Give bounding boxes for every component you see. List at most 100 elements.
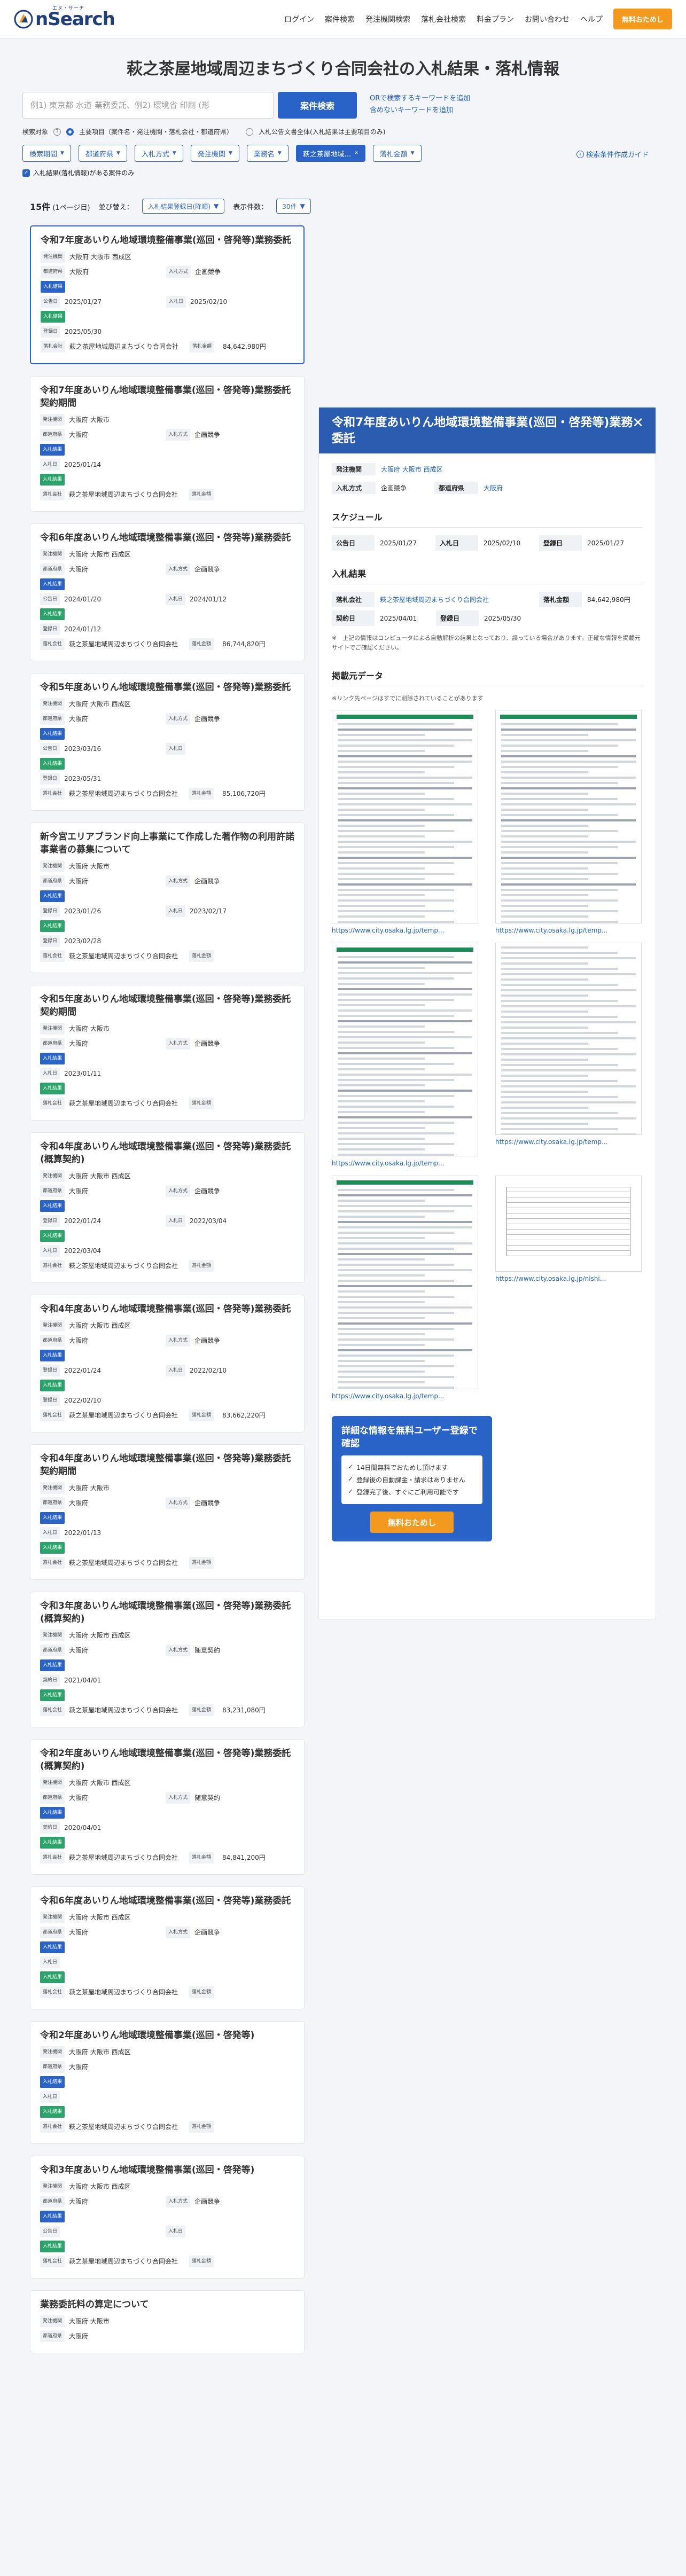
doc-link[interactable]: https://www.city.osaka.lg.jp/nishi... bbox=[495, 1275, 642, 1282]
add-or-keyword-link[interactable]: ORで検索するキーワードを追加 bbox=[370, 93, 470, 105]
nav-pricing[interactable]: 料金プラン bbox=[477, 14, 514, 25]
per-page-select[interactable]: 30件 ▼ bbox=[276, 199, 311, 214]
chip-prefecture[interactable]: 都道府県 ▼ bbox=[78, 145, 127, 162]
card-title[interactable]: 業務委託料の算定について bbox=[40, 2298, 294, 2311]
result-card[interactable]: 業務委託料の算定について 発注機関 大阪府 大阪市 都道府県 大阪府 bbox=[30, 2290, 305, 2353]
card-title[interactable]: 新今宮エリアブランド向上事業にて作成した著作物の利用許諾事業者の募集について bbox=[40, 831, 294, 856]
search-button[interactable]: 案件検索 bbox=[278, 92, 357, 119]
nav-contact[interactable]: お問い合わせ bbox=[525, 14, 570, 25]
trial-button[interactable]: 無料おためし bbox=[613, 9, 672, 29]
card-title[interactable]: 令和4年度あいりん地域環境整備事業(巡回・啓発等)業務委託(概算契約) bbox=[40, 1140, 294, 1166]
chip-label: 都道府県 bbox=[85, 150, 113, 159]
winner-value: 萩之茶屋地域周辺まちづくり合同会社 bbox=[69, 1262, 178, 1270]
doc-link[interactable]: https://www.city.osaka.lg.jp/temp... bbox=[332, 927, 478, 934]
doc-line bbox=[501, 1005, 636, 1007]
main-nav: ログイン 案件検索 発注機関検索 落札会社検索 料金プラン お問い合わせ ヘルプ… bbox=[284, 9, 672, 29]
amount-value: 86,744,820円 bbox=[222, 640, 266, 648]
chip-business[interactable]: 業務名 ▼ bbox=[246, 145, 289, 162]
target-main-radio[interactable] bbox=[66, 128, 74, 136]
card-title[interactable]: 令和7年度あいりん地域環境整備事業(巡回・啓発等)業務委託 bbox=[41, 234, 294, 247]
doc-line bbox=[338, 1354, 454, 1357]
nav-help[interactable]: ヘルプ bbox=[580, 14, 603, 25]
doc-thumbnail[interactable]: https://www.city.osaka.lg.jp/temp... bbox=[495, 943, 650, 1167]
doc-thumbnail[interactable]: https://www.city.osaka.lg.jp/temp... bbox=[495, 710, 650, 934]
card-title[interactable]: 令和6年度あいりん地域環境整備事業(巡回・啓発等)業務委託 bbox=[40, 1894, 294, 1907]
doc-link[interactable]: https://www.city.osaka.lg.jp/temp... bbox=[495, 927, 642, 934]
doc-thumbnail[interactable]: https://www.city.osaka.lg.jp/nishi... bbox=[495, 1176, 650, 1400]
doc-link[interactable]: https://www.city.osaka.lg.jp/temp... bbox=[332, 1160, 478, 1167]
pref-value: 大阪府 bbox=[69, 2063, 89, 2071]
chip-winner[interactable]: 萩之茶屋地域... ✕ bbox=[295, 145, 365, 162]
card-title[interactable]: 令和5年度あいりん地域環境整備事業(巡回・啓発等)業務委託契約期間 bbox=[40, 993, 294, 1019]
card-title[interactable]: 令和2年度あいりん地域環境整備事業(巡回・啓発等)業務委託(概算契約) bbox=[40, 1747, 294, 1773]
sort-select[interactable]: 入札結果登録日(降順) ▼ bbox=[142, 199, 225, 214]
label-agency: 発注機関 bbox=[40, 2315, 65, 2327]
card-title[interactable]: 令和3年度あいりん地域環境整備事業(巡回・啓発等)業務委託(概算契約) bbox=[40, 1600, 294, 1625]
result-card[interactable]: 新今宮エリアブランド向上事業にて作成した著作物の利用許諾事業者の募集について 発注… bbox=[30, 823, 305, 973]
card-cell: 入札方式 企画競争 bbox=[166, 1927, 220, 1938]
card-title[interactable]: 令和7年度あいりん地域環境整備事業(巡回・啓発等)業務委託契約期間 bbox=[40, 384, 294, 410]
close-icon[interactable]: ✕ bbox=[354, 151, 358, 156]
label-agency: 発注機関 bbox=[41, 251, 66, 263]
card-title[interactable]: 令和5年度あいりん地域環境整備事業(巡回・啓発等)業務委託 bbox=[40, 681, 294, 694]
card-title[interactable]: 令和4年度あいりん地域環境整備事業(巡回・啓発等)業務委託契約期間 bbox=[40, 1452, 294, 1478]
doc-thumbnail[interactable]: https://www.city.osaka.lg.jp/temp... bbox=[332, 1176, 487, 1400]
label-amount: 落札金額 bbox=[189, 2256, 214, 2267]
result-card[interactable]: 令和3年度あいりん地域環境整備事業(巡回・啓発等)業務委託(概算契約) 発注機関大… bbox=[30, 1592, 305, 1727]
result-card[interactable]: 令和3年度あいりん地域環境整備事業(巡回・啓発等) 発注機関 大阪府 大阪市 西成区… bbox=[30, 2156, 305, 2279]
doc-line bbox=[338, 814, 454, 816]
doc-link[interactable]: https://www.city.osaka.lg.jp/temp... bbox=[495, 1138, 642, 1146]
result-card[interactable]: 令和2年度あいりん地域環境整備事業(巡回・啓発等) 発注機関 大阪府 大阪市 西成区… bbox=[30, 2021, 305, 2144]
agency-link[interactable]: 大阪府 大阪市 西成区 bbox=[376, 465, 482, 474]
result-card[interactable]: 令和2年度あいりん地域環境整備事業(巡回・啓発等)業務委託(概算契約) 発注機関大… bbox=[30, 1739, 305, 1875]
promo-trial-button[interactable]: 無料おためし bbox=[370, 1512, 454, 1533]
guide-link[interactable]: i 検索条件作成ガイド bbox=[576, 149, 649, 159]
chip-period[interactable]: 検索期間 ▼ bbox=[22, 145, 71, 162]
result-only-filter[interactable]: ✓ 入札結果(落札情報)がある案件のみ bbox=[22, 168, 686, 177]
add-exclude-keyword-link[interactable]: 含めないキーワードを追加 bbox=[370, 105, 470, 116]
label-amount: 落札金額 bbox=[189, 1410, 214, 1421]
card-title[interactable]: 令和4年度あいりん地域環境整備事業(巡回・啓発等)業務委託 bbox=[40, 1303, 294, 1316]
winner-link[interactable]: 萩之茶屋地域周辺まちづくり合同会社 bbox=[375, 595, 489, 604]
help-icon[interactable]: ? bbox=[53, 128, 61, 136]
result-card[interactable]: 令和6年度あいりん地域環境整備事業(巡回・啓発等)業務委託 発注機関 大阪府 大阪市… bbox=[30, 1886, 305, 2009]
result-card[interactable]: 令和6年度あいりん地域環境整備事業(巡回・啓発等)業務委託 発注機関 大阪府 大阪市… bbox=[30, 523, 305, 661]
pref-link[interactable]: 大阪府 bbox=[478, 483, 537, 492]
card-row: 入札結果 bbox=[40, 920, 294, 932]
chip-agency[interactable]: 発注機関 ▼ bbox=[190, 145, 239, 162]
nav-winner-search[interactable]: 落札会社検索 bbox=[421, 14, 466, 25]
check-icon: ✓ bbox=[348, 1487, 354, 1495]
result-card[interactable]: 令和5年度あいりん地域環境整備事業(巡回・啓発等)業務委託契約期間 発注機関 大阪府… bbox=[30, 985, 305, 1121]
card-title[interactable]: 令和3年度あいりん地域環境整備事業(巡回・啓発等) bbox=[40, 2164, 294, 2176]
doc-line bbox=[501, 921, 618, 923]
checkbox-icon[interactable]: ✓ bbox=[22, 169, 30, 177]
result-card[interactable]: 令和7年度あいりん地域環境整備事業(巡回・啓発等)業務委託契約期間 発注機関 大阪府… bbox=[30, 376, 305, 512]
chip-label: 萩之茶屋地域... bbox=[302, 150, 352, 159]
result-card[interactable]: 令和4年度あいりん地域環境整備事業(巡回・啓発等)業務委託契約期間 発注機関 大阪府… bbox=[30, 1444, 305, 1580]
label-result: 入札結果 bbox=[41, 311, 66, 323]
close-icon[interactable]: ✕ bbox=[632, 415, 644, 431]
logo[interactable]: エヌ・サーチ nSearch bbox=[14, 6, 115, 30]
doc-thumbnail[interactable]: https://www.city.osaka.lg.jp/temp... bbox=[332, 943, 487, 1167]
result-card[interactable]: 令和7年度あいりん地域環境整備事業(巡回・啓発等)業務委託 発注機関 大阪府 大阪市… bbox=[30, 225, 305, 364]
result-card[interactable]: 令和4年度あいりん地域環境整備事業(巡回・啓発等)業務委託(概算契約) 発注機関大… bbox=[30, 1132, 305, 1283]
doc-preview-image bbox=[495, 710, 642, 923]
card-title[interactable]: 令和6年度あいりん地域環境整備事業(巡回・啓発等)業務委託 bbox=[40, 531, 294, 544]
chip-amount[interactable]: 落札金額 ▼ bbox=[372, 145, 422, 162]
winner-value: 萩之茶屋地域周辺まちづくり合同会社 bbox=[69, 342, 179, 350]
chip-method[interactable]: 入札方式 ▼ bbox=[134, 145, 183, 162]
result-card[interactable]: 令和5年度あいりん地域環境整備事業(巡回・啓発等)業務委託 発注機関 大阪府 大阪市… bbox=[30, 673, 305, 811]
nav-agency-search[interactable]: 発注機関検索 bbox=[365, 14, 410, 25]
doc-line bbox=[338, 798, 454, 800]
nav-case-search[interactable]: 案件検索 bbox=[325, 14, 355, 25]
target-full-radio[interactable] bbox=[246, 128, 254, 136]
result-card[interactable]: 令和4年度あいりん地域環境整備事業(巡回・啓発等)業務委託 発注機関 大阪府 大阪市… bbox=[30, 1295, 305, 1432]
doc-link[interactable]: https://www.city.osaka.lg.jp/temp... bbox=[332, 1392, 478, 1400]
nav-login[interactable]: ログイン bbox=[284, 14, 314, 25]
search-input[interactable]: 例1) 東京都 水道 業務委託、例2) 環境省 印刷 (形 bbox=[22, 92, 274, 119]
doc-line bbox=[338, 1100, 425, 1102]
doc-thumbnail[interactable]: https://www.city.osaka.lg.jp/temp... bbox=[332, 710, 487, 934]
card-title[interactable]: 令和2年度あいりん地域環境整備事業(巡回・啓発等) bbox=[40, 2029, 294, 2042]
main-content: 15件 (1ページ目) 並び替え： 入札結果登録日(降順) ▼ 表示件数： 30件… bbox=[0, 199, 686, 2538]
doc-line bbox=[338, 1338, 454, 1341]
